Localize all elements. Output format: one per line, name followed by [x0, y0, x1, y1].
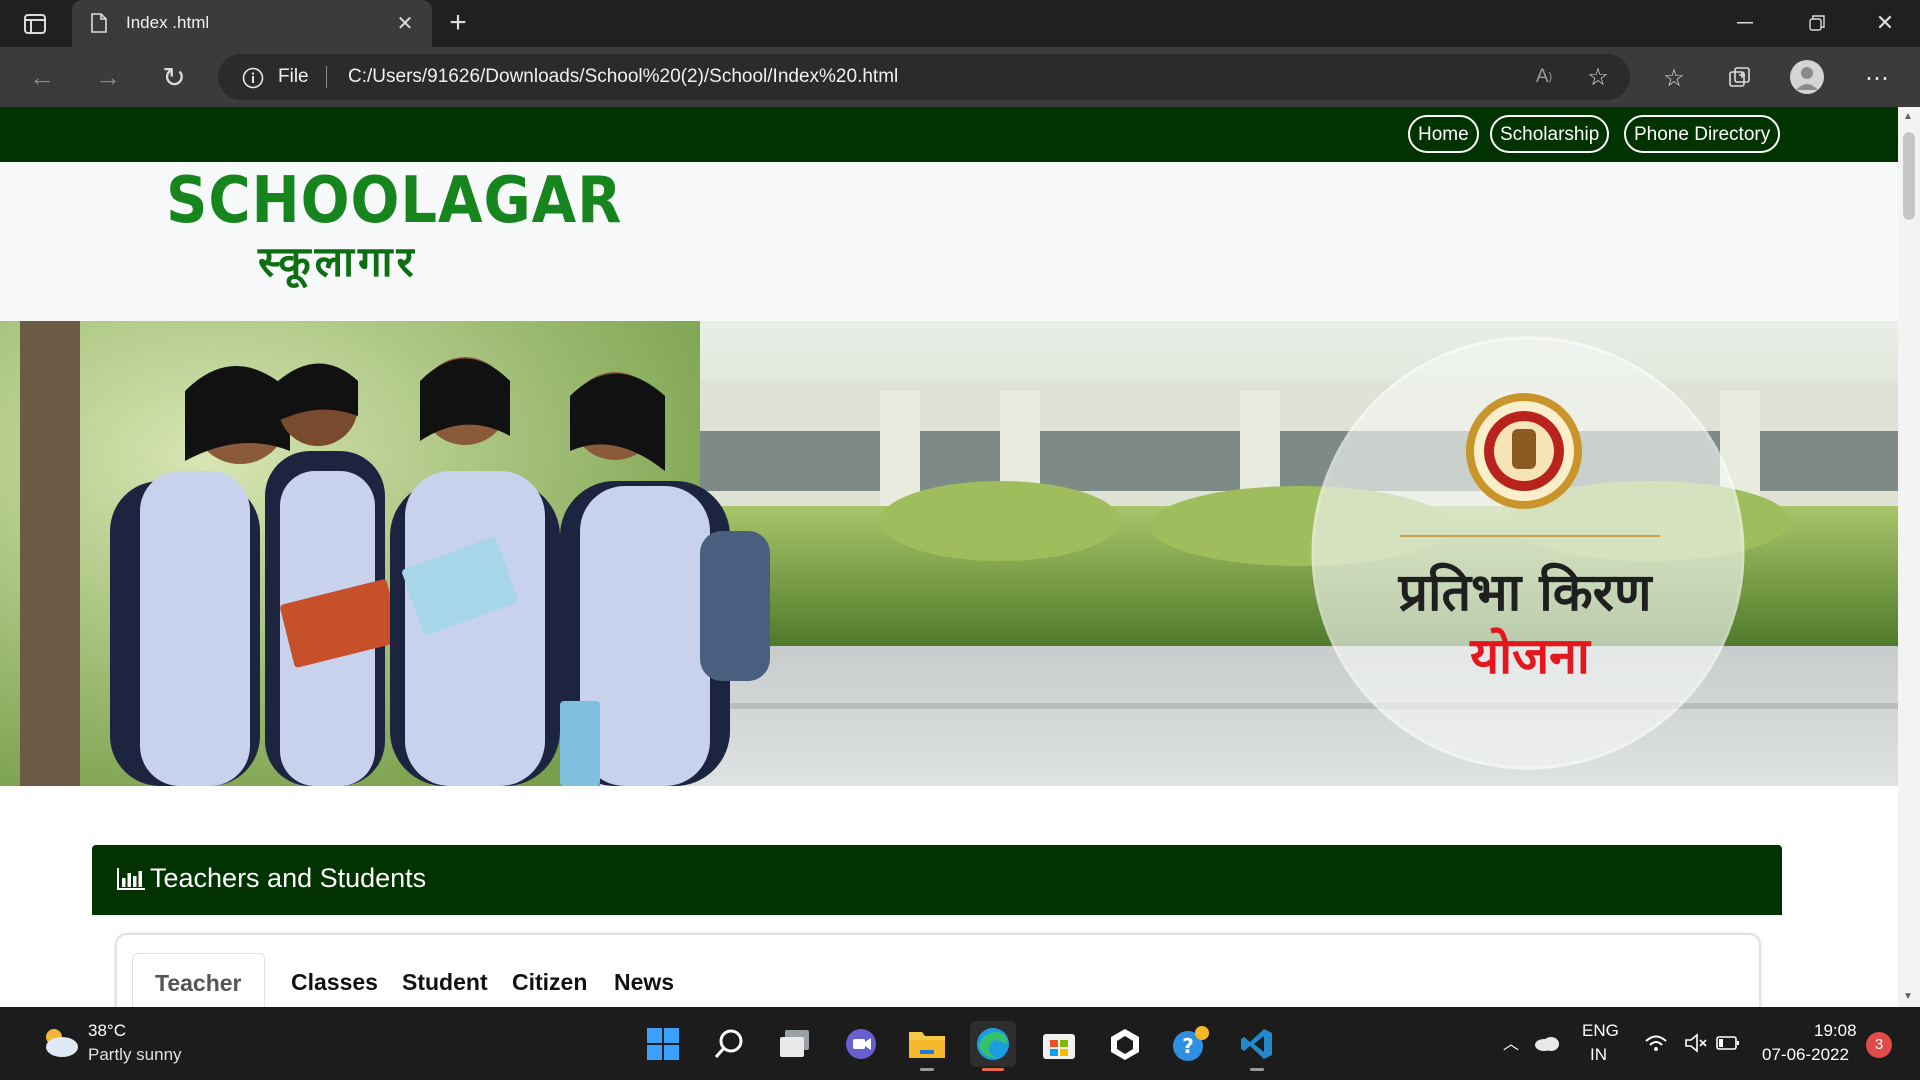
refresh-icon[interactable]: ↻	[158, 62, 190, 93]
back-icon[interactable]: ←	[26, 62, 58, 92]
tab-title: Index .html	[126, 13, 210, 32]
page-icon	[90, 12, 108, 34]
banner-title-line2: योजना	[1469, 627, 1592, 685]
edge-browser-icon[interactable]	[970, 1021, 1016, 1071]
profile-avatar[interactable]	[1790, 60, 1824, 94]
top-navigation: Home Scholarship Phone Directory	[0, 107, 1898, 162]
forward-icon[interactable]: →	[92, 62, 124, 92]
close-tab-icon[interactable]: ✕	[394, 12, 416, 35]
hero-banner: प्रतिभा किरण योजना	[0, 321, 1898, 786]
state-emblem-icon	[1466, 393, 1582, 509]
microsoft-store-icon[interactable]	[1036, 1021, 1082, 1067]
clock-time[interactable]: 19:08	[1814, 1021, 1857, 1041]
search-icon[interactable]	[706, 1021, 752, 1067]
banner-title-line1: प्रतिभा किरण	[1397, 562, 1653, 623]
onedrive-icon[interactable]	[1534, 1035, 1560, 1056]
weather-temperature[interactable]: 38°C	[88, 1021, 126, 1041]
read-aloud-icon[interactable]: A)	[1530, 64, 1558, 90]
page-viewport: Home Scholarship Phone Directory SCHOOLA…	[0, 107, 1898, 1007]
tab-news[interactable]: News	[592, 953, 696, 1007]
browser-toolbar: ← → ↻ File C:/Users/91626/Downloads/Scho…	[0, 47, 1920, 107]
collections-icon[interactable]	[1724, 63, 1756, 93]
browser-tab-bar: Index .html ✕ + ✕	[0, 0, 1920, 47]
teams-chat-icon[interactable]	[838, 1021, 884, 1067]
address-scheme: File	[278, 66, 309, 87]
scroll-down-icon[interactable]: ▼	[1903, 991, 1913, 1002]
windows-taskbar: 38°C Partly sunny ? ︿ ENG IN 19:08 07-06…	[0, 1007, 1920, 1080]
banner-image: प्रतिभा किरण योजना	[0, 321, 1898, 786]
svg-text:?: ?	[1182, 1034, 1194, 1058]
panel-title: Teachers and Students	[150, 863, 427, 893]
restore-icon[interactable]	[1802, 10, 1832, 36]
battery-icon[interactable]	[1716, 1035, 1740, 1056]
file-explorer-icon[interactable]	[904, 1021, 950, 1071]
vscode-icon[interactable]	[1234, 1021, 1280, 1071]
notification-badge[interactable]: 3	[1866, 1032, 1892, 1058]
bar-chart-icon	[116, 867, 146, 896]
nav-home[interactable]: Home	[1408, 115, 1479, 153]
logo-hindi: स्कूलागार	[258, 237, 418, 286]
tabs-card: Teacher Classes Student Citizen News	[115, 933, 1761, 1007]
language-region[interactable]: IN	[1590, 1045, 1607, 1065]
nav-phone-directory[interactable]: Phone Directory	[1624, 115, 1781, 153]
browser-tab[interactable]: Index .html ✕	[72, 0, 432, 47]
explorer-running-indicator	[920, 1068, 934, 1071]
language-indicator[interactable]: ENG	[1582, 1021, 1619, 1041]
chevron-up-icon[interactable]: ︿	[1500, 1031, 1522, 1053]
wifi-icon[interactable]	[1644, 1033, 1668, 1058]
clock-date[interactable]: 07-06-2022	[1762, 1045, 1849, 1065]
app-icon[interactable]	[1102, 1021, 1148, 1067]
tab-teacher[interactable]: Teacher	[132, 953, 265, 1007]
favorites-icon[interactable]: ☆	[1658, 63, 1690, 93]
page-scrollbar[interactable]: ▲ ▼	[1898, 107, 1920, 1007]
nav-scholarship[interactable]: Scholarship	[1490, 115, 1610, 153]
help-icon[interactable]: ?	[1168, 1021, 1214, 1067]
logo-english[interactable]: SCHOOLAGAR	[166, 164, 622, 238]
scroll-up-icon[interactable]: ▲	[1903, 111, 1913, 122]
vscode-running-indicator	[1250, 1068, 1264, 1071]
info-icon[interactable]	[241, 66, 265, 90]
edge-running-indicator	[982, 1068, 1004, 1071]
more-icon[interactable]: ⋯	[1860, 63, 1894, 93]
address-bar[interactable]: File C:/Users/91626/Downloads/School%20(…	[218, 54, 1630, 100]
address-separator	[326, 66, 327, 88]
task-view-icon[interactable]	[772, 1021, 818, 1067]
weather-description[interactable]: Partly sunny	[88, 1045, 182, 1065]
add-favorite-icon[interactable]: ☆	[1584, 63, 1612, 91]
new-tab-icon[interactable]: +	[443, 6, 473, 39]
start-icon[interactable]	[640, 1021, 686, 1067]
teachers-students-panel-header: Teachers and Students	[92, 845, 1782, 915]
volume-muted-icon[interactable]	[1684, 1033, 1708, 1058]
scrollbar-thumb[interactable]	[1903, 132, 1915, 220]
minimize-icon[interactable]	[1730, 10, 1760, 36]
tab-actions-icon[interactable]	[20, 10, 50, 38]
close-window-icon[interactable]: ✕	[1870, 10, 1900, 36]
address-url[interactable]: C:/Users/91626/Downloads/School%20(2)/Sc…	[348, 66, 898, 88]
weather-icon[interactable]	[40, 1025, 80, 1064]
